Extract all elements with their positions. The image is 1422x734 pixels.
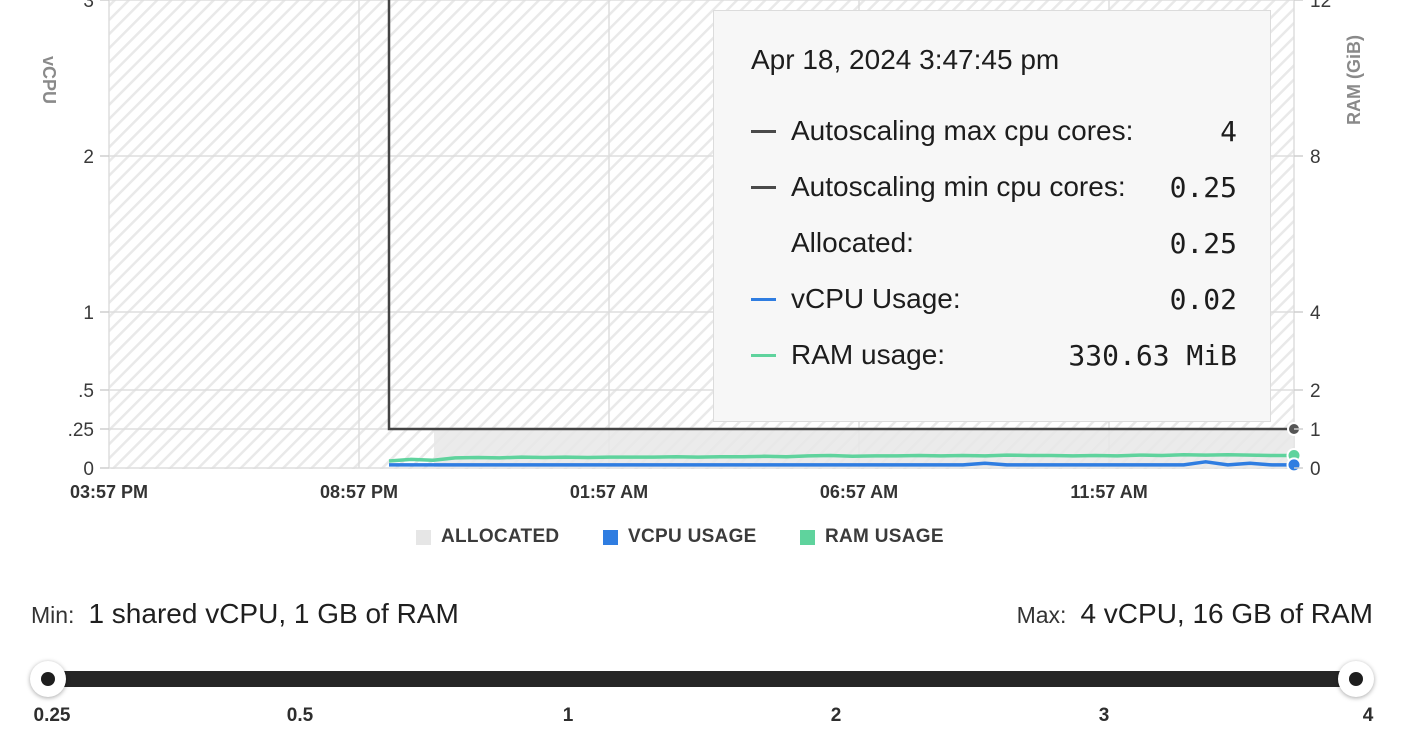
allocated-fill: [434, 429, 1294, 468]
y2-tick-label: 0: [1310, 459, 1321, 480]
tooltip-label: Autoscaling min cpu cores:: [791, 171, 1126, 202]
slider-min-handle[interactable]: [30, 661, 66, 697]
y2-tick-label: 12: [1310, 0, 1331, 12]
y2-tick-label: 2: [1310, 381, 1321, 402]
tooltip-row-max-cores: Autoscaling max cpu cores: 4: [751, 112, 1237, 152]
min-limit-value: 1 shared vCPU, 1 GB of RAM: [88, 598, 459, 629]
tooltip-label: vCPU Usage:: [791, 283, 961, 314]
tooltip-label: RAM usage:: [791, 339, 946, 370]
y-tick-label: 1: [83, 303, 94, 324]
slider-tick: 4: [1362, 705, 1374, 726]
left-axis-ticks: 0 .25 .5 1 2 3: [68, 0, 109, 480]
tooltip-row-ram-usage: RAM usage: 330.63 MiB: [751, 336, 1237, 376]
y2-tick-label: 4: [1310, 303, 1321, 324]
right-axis-ticks: 0124812: [1294, 0, 1331, 480]
x-axis-ticks: 03:57 PM 08:57 PM 01:57 AM 06:57 AM 11:57 AM: [70, 482, 1148, 502]
right-axis-title: RAM (GiB): [1344, 35, 1364, 125]
tooltip-row-allocated: Allocated: 0.25: [751, 224, 1237, 264]
legend-swatch-allocated: [416, 529, 431, 545]
tooltip-value: 0.02: [1169, 283, 1237, 316]
y-tick-label: .5: [78, 381, 94, 402]
tooltip-marker: [751, 354, 776, 357]
legend-item-vcpu-usage[interactable]: VCPU USAGE: [603, 526, 757, 548]
tooltip-marker: [751, 186, 776, 189]
x-tick-label: 03:57 PM: [70, 482, 148, 502]
tooltip-value: 0.25: [1169, 227, 1237, 260]
tooltip-row-vcpu-usage: vCPU Usage: 0.02: [751, 280, 1237, 320]
autoscaling-range-slider-track[interactable]: [46, 671, 1358, 687]
handle-dot: [1349, 672, 1363, 686]
handle-dot: [41, 672, 55, 686]
y-tick-label: .25: [68, 420, 94, 441]
chart-legend: ALLOCATED VCPU USAGE RAM USAGE: [0, 526, 1422, 552]
legend-label: RAM USAGE: [825, 526, 944, 547]
tooltip-value: 4: [1220, 115, 1237, 148]
tooltip-marker: [751, 130, 776, 133]
slider-tick: 0.25: [33, 705, 71, 726]
legend-label: VCPU USAGE: [628, 526, 757, 547]
tooltip-label: Allocated:: [791, 227, 914, 258]
max-limit-label: Max:: [1016, 602, 1067, 628]
legend-label: ALLOCATED: [441, 526, 560, 547]
legend-swatch-ram: [800, 529, 815, 545]
left-axis-title: vCPU: [39, 56, 59, 104]
tooltip-row-min-cores: Autoscaling min cpu cores: 0.25: [751, 168, 1237, 208]
chart-tooltip: Apr 18, 2024 3:47:45 pm Autoscaling max …: [713, 10, 1271, 422]
x-tick-label: 06:57 AM: [820, 482, 898, 502]
tooltip-value: 330.63 MiB: [1068, 339, 1237, 372]
y-tick-label: 3: [83, 0, 94, 12]
x-tick-label: 11:57 AM: [1070, 482, 1147, 502]
max-limit-value: 4 vCPU, 16 GB of RAM: [1080, 598, 1373, 629]
tooltip-marker: [751, 298, 776, 301]
legend-item-ram-usage[interactable]: RAM USAGE: [800, 526, 944, 548]
y2-tick-label: 8: [1310, 147, 1321, 168]
legend-swatch-vcpu: [603, 529, 618, 545]
tooltip-value: 0.25: [1169, 171, 1237, 204]
x-tick-label: 01:57 AM: [570, 482, 648, 502]
y2-tick-label: 1: [1310, 420, 1321, 441]
tooltip-timestamp: Apr 18, 2024 3:47:45 pm: [751, 44, 1060, 75]
min-limit-label: Min:: [31, 602, 75, 628]
slider-max-handle[interactable]: [1338, 661, 1374, 697]
min-limit: Min: 1 shared vCPU, 1 GB of RAM: [31, 598, 459, 630]
slider-tick: 1: [562, 705, 574, 726]
legend-item-allocated[interactable]: ALLOCATED: [416, 526, 559, 548]
tooltip-label: Autoscaling max cpu cores:: [791, 115, 1134, 146]
slider-tick: 2: [830, 705, 842, 726]
allocated-area: [434, 429, 1294, 468]
slider-tick: 3: [1098, 705, 1110, 726]
max-limit: Max: 4 vCPU, 16 GB of RAM: [1017, 598, 1373, 630]
y-tick-label: 0: [83, 459, 94, 480]
x-tick-label: 08:57 PM: [320, 482, 398, 502]
vcpu-usage-point: [1286, 457, 1302, 473]
y-tick-label: 2: [83, 147, 94, 168]
slider-tick: 0.5: [286, 705, 314, 726]
